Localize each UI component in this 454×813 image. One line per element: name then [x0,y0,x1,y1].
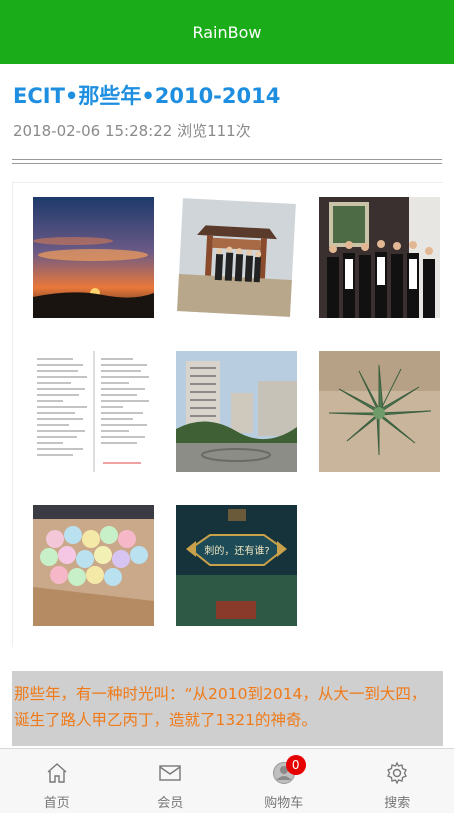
tab-home[interactable]: 首页 [0,749,114,813]
photo-game-screen[interactable]: 刺的，还有谁? [176,505,297,626]
photo-paper-flowers[interactable] [33,505,154,626]
photo-gallery: 刺的，还有谁? [12,182,443,647]
app-title: RainBow [192,23,261,42]
gear-icon [385,761,409,789]
tab-cart-label: 购物车 [264,792,303,811]
cart-badge: 0 [286,755,306,775]
tab-member-label: 会员 [157,792,183,811]
article-title: ECIT•那些年•2010-2014 [13,80,280,110]
article-excerpt: 那些年，有一种时光叫：“从2010到2014，从大一到大四，诞生了路人甲乙丙丁，… [12,671,443,746]
tab-search[interactable]: 搜索 [341,749,454,813]
photo-document[interactable] [33,351,154,472]
article-meta: 2018-02-06 15:28:22 浏览111次 [13,120,251,141]
tab-cart[interactable]: 0 购物车 [227,749,341,813]
tab-search-label: 搜索 [384,792,410,811]
photo-sunset[interactable] [33,197,154,318]
photo-buildings[interactable] [176,351,297,472]
game-caption: 刺的，还有谁? [204,544,269,557]
divider [12,159,442,164]
bottom-tab-bar: 首页 会员 0 购物车 搜索 [0,748,454,813]
tab-home-label: 首页 [44,792,70,811]
home-icon [45,761,69,789]
photo-group-indoor[interactable] [319,197,440,318]
tab-member[interactable]: 会员 [114,749,228,813]
mail-icon [158,761,182,789]
photo-succulent[interactable] [319,351,440,472]
top-bar: RainBow [0,0,454,64]
photo-group-gate[interactable] [176,197,297,318]
